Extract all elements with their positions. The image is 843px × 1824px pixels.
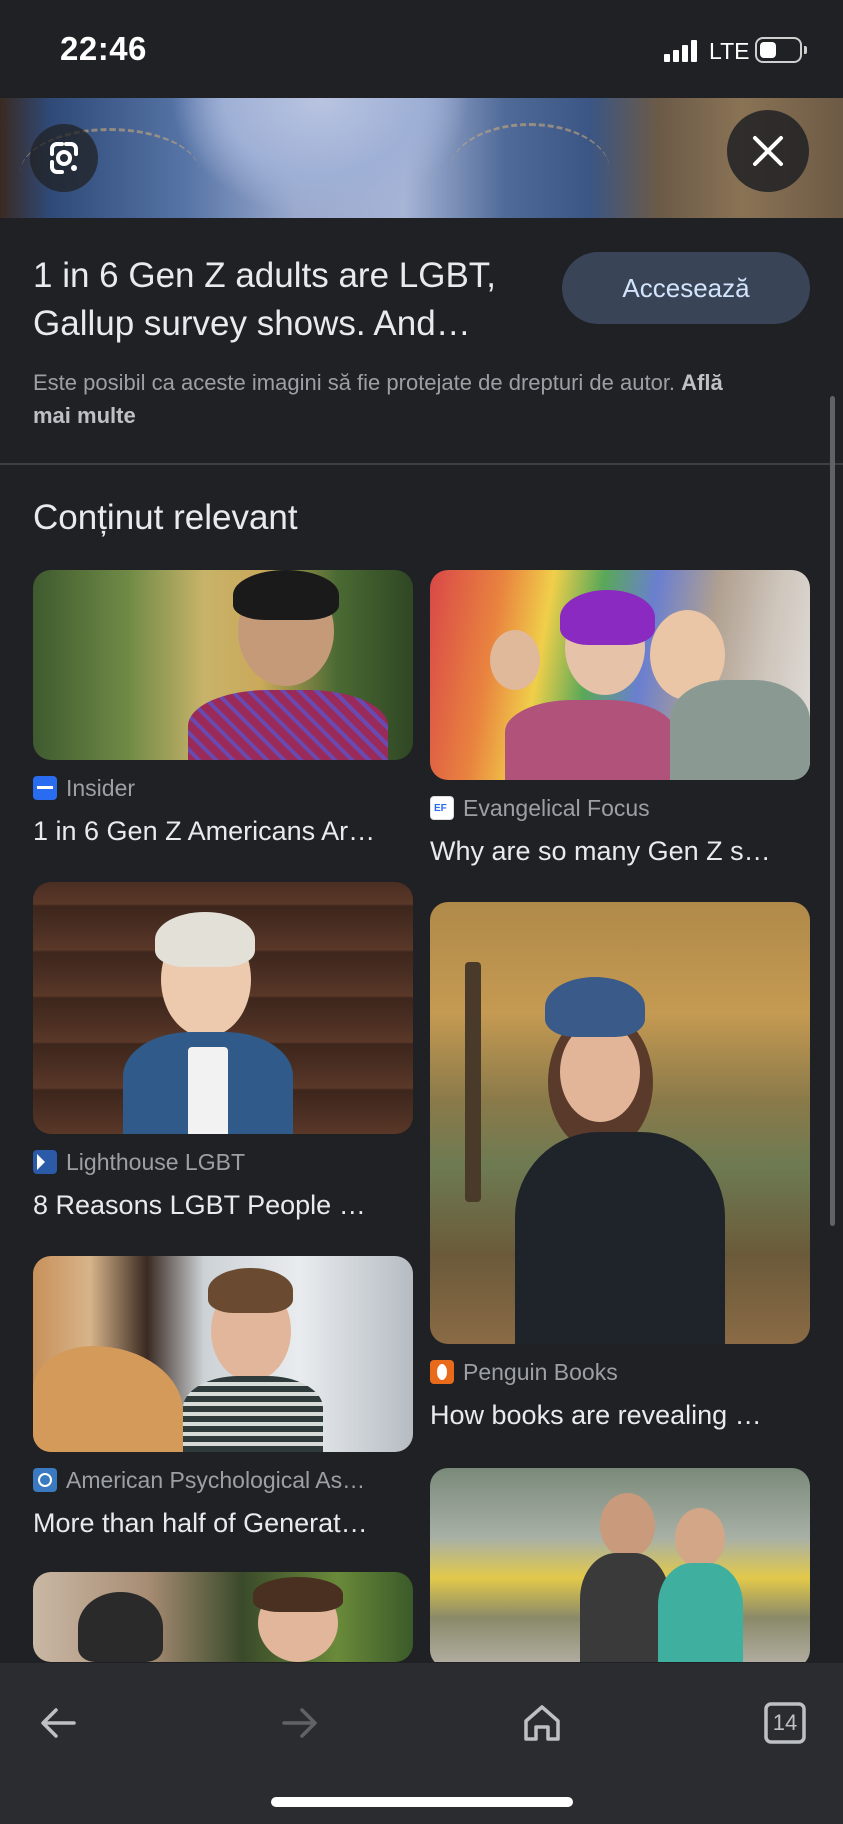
google-lens-icon: [50, 142, 78, 174]
back-button[interactable]: [28, 1693, 88, 1753]
home-indicator: [271, 1797, 573, 1807]
result-title[interactable]: 1 in 6 Gen Z adults are LGBT, Gallup sur…: [33, 252, 533, 348]
screen: 22:46 LTE 1 in 6 Gen Z adults are LGBT, …: [0, 0, 843, 1824]
related-item[interactable]: EF Evangelical Focus Why are so many Gen…: [430, 570, 810, 866]
related-title[interactable]: How books are revealing …: [430, 1400, 810, 1431]
forward-button[interactable]: [270, 1693, 330, 1753]
related-item[interactable]: [430, 1468, 810, 1662]
lighthouse-lgbt-favicon: [33, 1150, 57, 1174]
related-item[interactable]: American Psychological As… More than hal…: [33, 1256, 413, 1538]
preview-image[interactable]: [0, 98, 843, 218]
source-name: American Psychological As…: [66, 1466, 366, 1493]
tab-count: 14: [772, 1710, 798, 1735]
copyright-notice: Este posibil ca aceste imagini să fie pr…: [33, 366, 753, 432]
tabs-button[interactable]: 14: [755, 1693, 815, 1753]
forward-arrow-icon: [282, 1708, 317, 1738]
source-name: Evangelical Focus: [463, 794, 650, 821]
status-time: 22:46: [60, 30, 147, 67]
copyright-text: Este posibil ca aceste imagini să fie pr…: [33, 370, 676, 395]
related-thumbnail[interactable]: [33, 882, 413, 1134]
related-thumbnail[interactable]: [33, 570, 413, 760]
google-lens-button[interactable]: [30, 124, 98, 192]
source: American Psychological As…: [33, 1466, 365, 1494]
network-label: LTE: [709, 38, 750, 64]
related-item[interactable]: Penguin Books How books are revealing …: [430, 902, 810, 1430]
apa-favicon: [33, 1468, 57, 1492]
source-name: Lighthouse LGBT: [66, 1148, 246, 1175]
source-name: Insider: [66, 774, 136, 801]
evangelical-focus-favicon: EF: [430, 796, 454, 820]
source: Lighthouse LGBT: [33, 1148, 245, 1176]
related-grid: Insider 1 in 6 Gen Z Americans Ar… EF Ev…: [33, 570, 810, 1662]
source: Penguin Books: [430, 1358, 618, 1386]
related-title[interactable]: 8 Reasons LGBT People …: [33, 1190, 413, 1221]
insider-favicon: [33, 776, 57, 800]
related-thumbnail[interactable]: [430, 1468, 810, 1662]
battery-icon: [755, 37, 807, 63]
related-thumbnail[interactable]: [430, 902, 810, 1344]
related-item[interactable]: Insider 1 in 6 Gen Z Americans Ar…: [33, 570, 413, 846]
home-icon: [524, 1705, 560, 1741]
visit-button[interactable]: Accesează: [562, 252, 810, 324]
related-title[interactable]: Why are so many Gen Z s…: [430, 836, 810, 867]
close-icon: [753, 136, 783, 166]
scrollbar[interactable]: [830, 396, 835, 1226]
source: Insider: [33, 774, 135, 802]
related-title[interactable]: 1 in 6 Gen Z Americans Ar…: [33, 816, 413, 847]
related-item[interactable]: [33, 1572, 413, 1662]
signal-icon: [664, 40, 697, 62]
related-thumbnail[interactable]: [430, 570, 810, 780]
related-thumbnail[interactable]: [33, 1256, 413, 1452]
home-button[interactable]: [512, 1693, 572, 1753]
divider: [0, 463, 843, 465]
related-thumbnail[interactable]: [33, 1572, 413, 1662]
penguin-books-favicon: [430, 1360, 454, 1384]
close-button[interactable]: [727, 110, 809, 192]
related-title[interactable]: More than half of Generat…: [33, 1508, 413, 1539]
source-name: Penguin Books: [463, 1358, 618, 1385]
back-arrow-icon: [41, 1708, 76, 1738]
related-heading: Conținut relevant: [33, 498, 298, 537]
source: EF Evangelical Focus: [430, 794, 650, 822]
status-bar: 22:46 LTE: [0, 0, 843, 98]
related-item[interactable]: Lighthouse LGBT 8 Reasons LGBT People …: [33, 882, 413, 1220]
